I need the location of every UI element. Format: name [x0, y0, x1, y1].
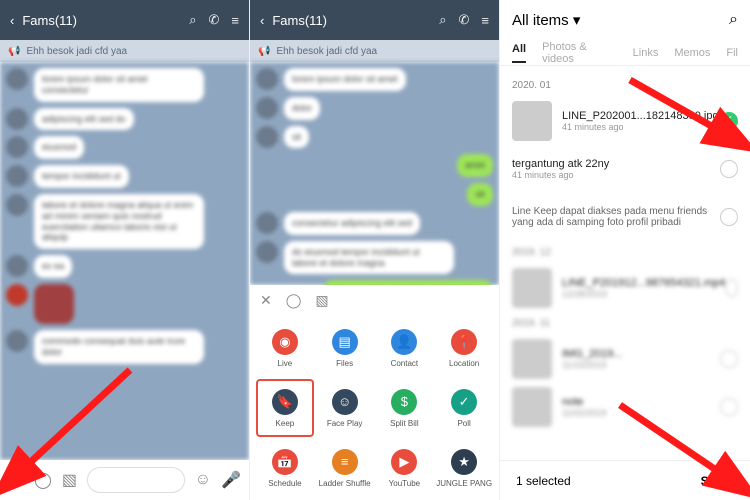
chat-title: Fams(11) [272, 13, 427, 28]
menu-icon[interactable]: ≡ [481, 13, 489, 28]
gallery-icon[interactable]: ▧ [315, 292, 328, 309]
keep-item[interactable]: LINE_P202001...182148390.jpg 41 minutes … [512, 97, 738, 145]
gallery-icon[interactable]: ▧ [62, 470, 77, 490]
share-button[interactable]: Share [701, 474, 734, 488]
announcement-text: Ehh besok jadi cfd yaa [26, 46, 127, 57]
attach-label: Keep [276, 419, 295, 428]
attach-icon: ≡ [332, 449, 358, 475]
attachment-grid: ◉ Live ▤ Files 👤 Contact 📍 Location 🔖 Keep ☺ Face P… [250, 315, 499, 500]
message-input[interactable] [87, 467, 185, 493]
close-icon[interactable]: ✕ [260, 292, 272, 309]
call-icon[interactable]: ✆ [459, 12, 470, 28]
keep-item[interactable]: tergantung atk 22ny 41 minutes ago [512, 145, 738, 193]
select-checkbox[interactable] [720, 160, 738, 178]
attach-icon: ✓ [451, 389, 477, 415]
announcement-bar[interactable]: 📢 Ehh besok jadi cfd yaa [0, 40, 249, 62]
attach-label: Face Play [327, 419, 363, 428]
attach-label: YouTube [389, 479, 420, 488]
attach-label: Location [449, 359, 479, 368]
keep-title[interactable]: All items ▾ [512, 11, 729, 29]
announcement-bar[interactable]: 📢 Ehh besok jadi cfd yaa [250, 40, 499, 62]
attach-face-play[interactable]: ☺ Face Play [316, 379, 374, 437]
panel-keep: All items ▾ ⌕ All Photos & videos Links … [500, 0, 750, 500]
menu-icon[interactable]: ≡ [231, 13, 239, 28]
attach-jungle-pang[interactable]: ★ JUNGLE PANG [435, 439, 493, 497]
attach-icon: ★ [451, 449, 477, 475]
item-name: LINE_P202001...182148390.jpg [562, 110, 720, 122]
attach-icon: 🔖 [272, 389, 298, 415]
plus-icon[interactable]: ＋ [8, 468, 24, 492]
item-time: 41 minutes ago [512, 170, 720, 180]
attach-label: Split Bill [390, 419, 418, 428]
attach-top-bar: ✕ ◯ ▧ [250, 285, 499, 315]
chat-input-bar: ＋ ◯ ▧ ☺ 🎤 [0, 460, 249, 500]
attach-icon: ▶ [391, 449, 417, 475]
announcement-text: Ehh besok jadi cfd yaa [276, 46, 377, 57]
emoji-icon[interactable]: ☺ [195, 471, 211, 489]
attach-label: Schedule [268, 479, 301, 488]
search-icon[interactable]: ⌕ [729, 11, 738, 29]
attach-icon: 📅 [272, 449, 298, 475]
call-icon[interactable]: ✆ [209, 12, 220, 28]
tab-all[interactable]: All [512, 43, 526, 63]
attach-location[interactable]: 📍 Location [435, 319, 493, 377]
back-icon[interactable]: ‹ [260, 13, 264, 28]
tab-memos[interactable]: Memos [674, 47, 710, 59]
attach-ladder-shuffle[interactable]: ≡ Ladder Shuffle [316, 439, 374, 497]
attach-icon: 👤 [391, 329, 417, 355]
attach-label: Live [278, 359, 293, 368]
keep-footer: 1 selected Share [500, 460, 750, 500]
date-label: 2020. 01 [512, 80, 738, 91]
mic-icon[interactable]: 🎤 [221, 470, 241, 490]
attach-label: Files [336, 359, 353, 368]
item-time: 41 minutes ago [562, 122, 720, 132]
attach-keep[interactable]: 🔖 Keep [256, 379, 314, 437]
keep-tabs: All Photos & videos Links Memos Fil [500, 40, 750, 66]
keep-header: All items ▾ ⌕ [500, 0, 750, 40]
attach-schedule[interactable]: 📅 Schedule [256, 439, 314, 497]
attach-icon: ☺ [332, 389, 358, 415]
chat-header: ‹ Fams(11) ⌕ ✆ ≡ [250, 0, 499, 40]
attach-icon: ◉ [272, 329, 298, 355]
attach-files[interactable]: ▤ Files [316, 319, 374, 377]
attach-split-bill[interactable]: $ Split Bill [376, 379, 434, 437]
attach-label: JUNGLE PANG [436, 479, 492, 488]
selected-count: 1 selected [516, 474, 571, 488]
attach-poll[interactable]: ✓ Poll [435, 379, 493, 437]
back-icon[interactable]: ‹ [10, 13, 14, 28]
tab-files[interactable]: Fil [726, 47, 738, 59]
camera-icon[interactable]: ◯ [286, 292, 302, 309]
keep-item[interactable]: Line Keep dapat diakses pada menu friend… [512, 193, 738, 241]
chat-title: Fams(11) [22, 13, 177, 28]
attach-youtube[interactable]: ▶ YouTube [376, 439, 434, 497]
attach-icon: 📍 [451, 329, 477, 355]
megaphone-icon: 📢 [8, 46, 20, 57]
item-name: tergantung atk 22ny [512, 158, 720, 170]
attach-icon: ▤ [332, 329, 358, 355]
search-icon[interactable]: ⌕ [189, 12, 196, 28]
chat-header: ‹ Fams(11) ⌕ ✆ ≡ [0, 0, 249, 40]
panel-chat-2: ‹ Fams(11) ⌕ ✆ ≡ 📢 Ehh besok jadi cfd ya… [250, 0, 500, 500]
search-icon[interactable]: ⌕ [439, 12, 446, 28]
tab-links[interactable]: Links [633, 47, 659, 59]
attach-live[interactable]: ◉ Live [256, 319, 314, 377]
attach-icon: $ [391, 389, 417, 415]
attach-label: Ladder Shuffle [319, 479, 371, 488]
panel-chat-1: ‹ Fams(11) ⌕ ✆ ≡ 📢 Ehh besok jadi cfd ya… [0, 0, 250, 500]
keep-list: 2020. 01 LINE_P202001...182148390.jpg 41… [500, 66, 750, 460]
attach-contact[interactable]: 👤 Contact [376, 319, 434, 377]
tab-photos[interactable]: Photos & videos [542, 41, 617, 65]
attachment-panel: ✕ ◯ ▧ ◉ Live ▤ Files 👤 Contact 📍 Location 🔖 Keep ☺… [250, 285, 499, 500]
item-thumbnail [512, 101, 552, 141]
attach-label: Contact [391, 359, 419, 368]
item-name: Line Keep dapat diakses pada menu friend… [512, 206, 720, 228]
select-checkbox[interactable] [720, 208, 738, 226]
chat-body: lorem ipsum dolor sit amet dolor sit ame… [250, 62, 499, 285]
select-checkbox[interactable] [720, 112, 738, 130]
megaphone-icon: 📢 [258, 46, 270, 57]
attach-label: Poll [457, 419, 470, 428]
camera-icon[interactable]: ◯ [34, 470, 52, 490]
chat-body: lorem ipsum dolor sit amet consectetur a… [0, 62, 249, 460]
